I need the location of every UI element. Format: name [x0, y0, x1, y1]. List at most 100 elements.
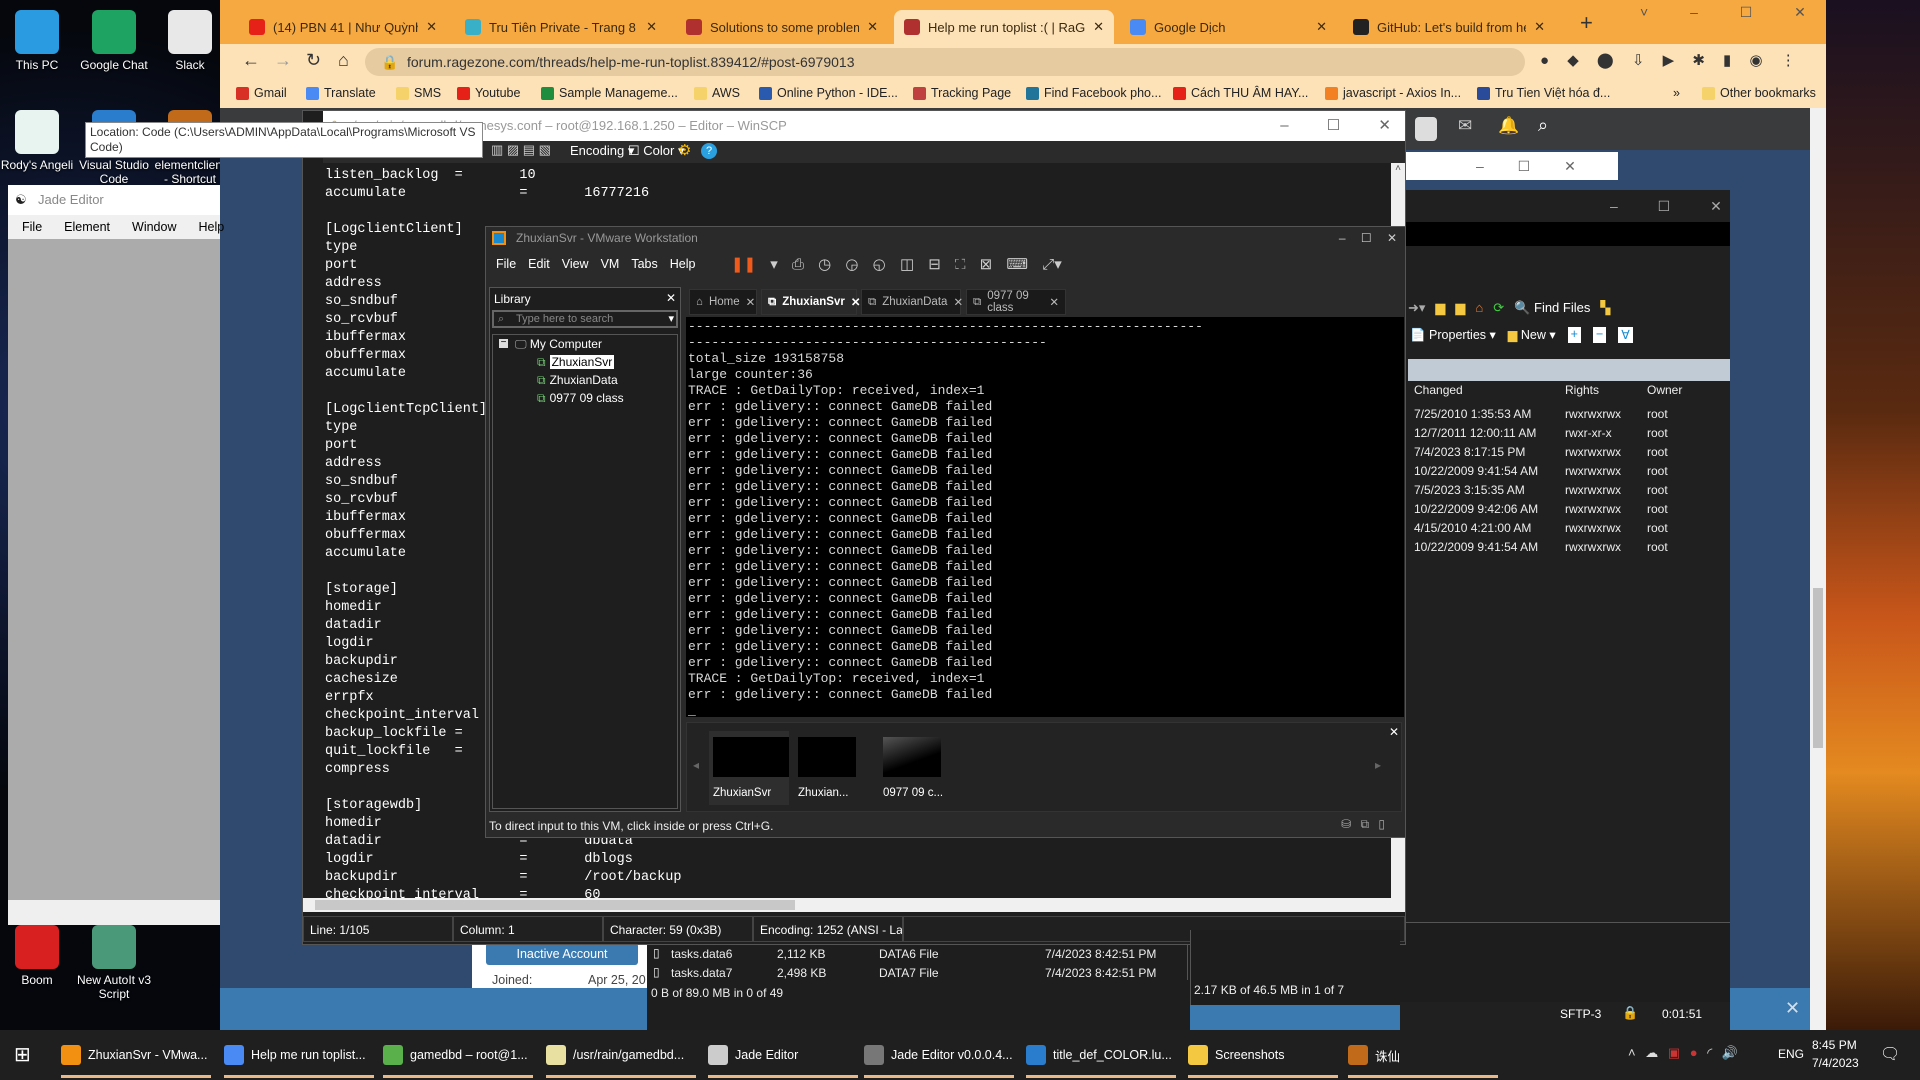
file-row[interactable]: 4/15/2010 4:21:00 AM rwxrwxrwx root	[1400, 519, 1730, 538]
settings-gear-icon[interactable]: ⚙	[678, 141, 691, 159]
file-row[interactable]: 10/22/2009 9:42:06 AM rwxrwxrwx root	[1400, 500, 1730, 519]
menu-item[interactable]: VM	[601, 257, 620, 271]
vm-tab[interactable]: ⧉ ZhuxianData ✕	[861, 289, 963, 315]
file-row[interactable]: 10/22/2009 9:41:54 AM rwxrwxrwx root	[1400, 538, 1730, 557]
close-tab-icon[interactable]: ✕	[746, 295, 756, 309]
browser-tab[interactable]: Google Dịch ✕	[1120, 10, 1337, 44]
bookmark[interactable]: Find Facebook pho...	[1026, 86, 1161, 100]
bookmark[interactable]: Tru Tien Việt hóa đ...	[1477, 86, 1610, 100]
new-tab-button[interactable]: +	[1580, 10, 1593, 36]
properties-button[interactable]: 📄 Properties ▾	[1410, 327, 1496, 343]
back-button[interactable]: ←	[242, 50, 260, 71]
file-row[interactable]: 7/4/2023 8:17:15 PM rwxrwxrwx root	[1400, 443, 1730, 462]
library-search-input[interactable]: ⌕ Type here to search ▾	[492, 310, 678, 328]
browser-tab[interactable]: Help me run toplist :( | RaGEZ ✕	[894, 10, 1114, 44]
select-all-icon[interactable]: +	[1567, 327, 1581, 343]
close-tab-icon[interactable]: ✕	[1049, 295, 1059, 309]
notifications-icon[interactable]: 🗨	[1880, 1044, 1900, 1064]
bookmark[interactable]: Gmail	[236, 86, 287, 100]
mail-icon[interactable]: ✉	[1458, 116, 1472, 136]
bookmark[interactable]: javascript - Axios In...	[1325, 86, 1461, 100]
file-row[interactable]: ▯ tasks.data7 2,498 KB DATA7 File 7/4/2023 8…	[647, 964, 1187, 983]
forward-icon[interactable]: ➜▾	[1408, 300, 1425, 316]
help-icon[interactable]: ?	[701, 143, 717, 159]
window-controls[interactable]: ˅ – ☐ ✕	[1640, 4, 1806, 21]
menu-item[interactable]: Tabs	[631, 257, 657, 271]
desktop-icon[interactable]: New AutoIt v3 Script	[76, 925, 152, 1001]
winscp-window-controls[interactable]: – ☐ ✕	[1610, 198, 1722, 215]
file-row[interactable]: ▯ tasks.data6 2,112 KB DATA6 File 7/4/2023 8…	[647, 945, 1187, 964]
bookmark[interactable]: Translate	[306, 86, 376, 100]
color-dropdown[interactable]: ☐ Color ▾	[628, 143, 685, 159]
search-icon[interactable]: ⌕	[1538, 115, 1548, 136]
library-vm-item[interactable]: ⧉ 0977 09 class	[537, 391, 624, 406]
find-files-button[interactable]: 🔍 Find Files	[1514, 300, 1590, 316]
refresh-icon[interactable]: ⟳	[1493, 300, 1504, 316]
vmware-toolbar-icons[interactable]: ❚❚ ▾ ⎙ ◷ ◶ ◵ ◫ ⊟ ⛶ ⊠ ⌨ ⤢▾	[731, 255, 1062, 273]
menu-item[interactable]: Element	[64, 220, 110, 234]
clock-date[interactable]: 7/4/2023	[1812, 1056, 1859, 1070]
file-row[interactable]: 7/25/2010 1:35:53 AM rwxrwxrwx root	[1400, 405, 1730, 424]
parent-dir-icon[interactable]: ▆	[1435, 300, 1445, 316]
taskbar-item[interactable]: Jade Editor v0.0.0.4...	[864, 1032, 1014, 1078]
close-tab-icon[interactable]: ✕	[1316, 19, 1327, 35]
start-button[interactable]: ⊞	[14, 1042, 31, 1067]
bookmark[interactable]: Sample Manageme...	[541, 86, 678, 100]
desktop-icon[interactable]: Google Chat	[76, 10, 152, 72]
tree-icon[interactable]: ▚	[1600, 300, 1610, 316]
scroll-right-icon[interactable]: ▸	[1375, 758, 1381, 772]
tree-root[interactable]: 🖵 My Computer	[515, 337, 602, 352]
other-bookmarks[interactable]: Other bookmarks	[1702, 86, 1816, 100]
vm-tab[interactable]: ⧉ ZhuxianSvr ✕	[761, 289, 861, 315]
input-language[interactable]: ENG	[1778, 1047, 1804, 1061]
vm-console[interactable]: ----------------------------------------…	[686, 317, 1404, 718]
menu-item[interactable]: File	[496, 257, 516, 271]
bookmark[interactable]: AWS	[694, 86, 740, 100]
user-avatar[interactable]	[1415, 117, 1437, 141]
vm-thumbnail[interactable]: 0977 09 c...	[879, 731, 959, 805]
home-icon[interactable]: ⌂	[1475, 300, 1483, 316]
browser-tab[interactable]: GitHub: Let's build from here ✕	[1343, 10, 1555, 44]
dialog-controls[interactable]: – ☐ ✕	[1406, 152, 1618, 180]
file-row[interactable]: 7/5/2023 3:15:35 AM rwxrwxrwx root	[1400, 481, 1730, 500]
device-icons[interactable]: ⛁ ⧉ ▯	[1341, 817, 1385, 832]
column-header[interactable]: Rights	[1565, 383, 1599, 397]
bookmark[interactable]: Online Python - IDE...	[759, 86, 898, 100]
library-vm-item[interactable]: ⧉ ZhuxianSvr	[537, 355, 615, 370]
bookmarks-overflow[interactable]: »	[1673, 86, 1680, 100]
column-header[interactable]: Owner	[1647, 383, 1682, 397]
extension-icons[interactable]: ● ◆ ⬤ ⇩ ▶ ✱ ▮ ◉ ⋮	[1540, 51, 1796, 69]
close-tab-icon[interactable]: ✕	[1534, 19, 1545, 35]
vm-tab[interactable]: ⌂ Home ✕	[689, 289, 757, 315]
desktop-icon[interactable]: Rody's Angeli	[0, 110, 75, 172]
vmware-window-controls[interactable]: – ☐ ✕	[1339, 227, 1397, 249]
taskbar-item[interactable]: ZhuxianSvr - VMwa...	[61, 1032, 211, 1078]
bookmark[interactable]: Tracking Page	[913, 86, 1011, 100]
browser-tab[interactable]: (14) PBN 41 | Như Quỳnh - Đ ✕	[239, 10, 447, 44]
horizontal-scrollbar[interactable]	[303, 898, 1405, 912]
file-row[interactable]: 12/7/2011 12:00:11 AM rwxr-xr-x root	[1400, 424, 1730, 443]
new-button[interactable]: ▆ New ▾	[1508, 327, 1556, 343]
browser-tab[interactable]: Solutions to some problems | ✕	[676, 10, 888, 44]
taskbar-item[interactable]: gamedbd – root@1...	[383, 1032, 533, 1078]
vm-thumbnail[interactable]: Zhuxian...	[794, 731, 874, 805]
close-tab-icon[interactable]: ✕	[426, 19, 437, 35]
menu-item[interactable]: Help	[670, 257, 696, 271]
menu-item[interactable]: Window	[132, 220, 176, 234]
desktop-icon[interactable]: Slack	[152, 10, 228, 72]
bookmark[interactable]: Youtube	[457, 86, 520, 100]
find-replace-icons[interactable]: ▥ ▨ ▤ ▧	[491, 142, 551, 158]
deselect-icon[interactable]: −	[1592, 327, 1607, 343]
vm-tab[interactable]: ⧉ 0977 09 class ✕	[966, 289, 1066, 315]
bookmark[interactable]: Cách THU ÂM HAY...	[1173, 86, 1308, 100]
taskbar-item[interactable]: Help me run toplist...	[224, 1032, 374, 1078]
taskbar-item[interactable]: title_def_COLOR.lu...	[1026, 1032, 1176, 1078]
close-tab-icon[interactable]: ✕	[867, 19, 878, 35]
vm-thumbnail[interactable]: ZhuxianSvr	[709, 731, 789, 805]
taskbar-item[interactable]: 诛仙	[1348, 1032, 1498, 1078]
close-library-icon[interactable]: ✕	[666, 291, 676, 305]
close-thumbnail-bar-icon[interactable]: ✕	[1389, 725, 1399, 739]
encoding-dropdown[interactable]: Encoding ▾	[570, 143, 634, 159]
chevron-down-icon[interactable]: ▾	[668, 312, 674, 326]
bookmark[interactable]: SMS	[396, 86, 441, 100]
